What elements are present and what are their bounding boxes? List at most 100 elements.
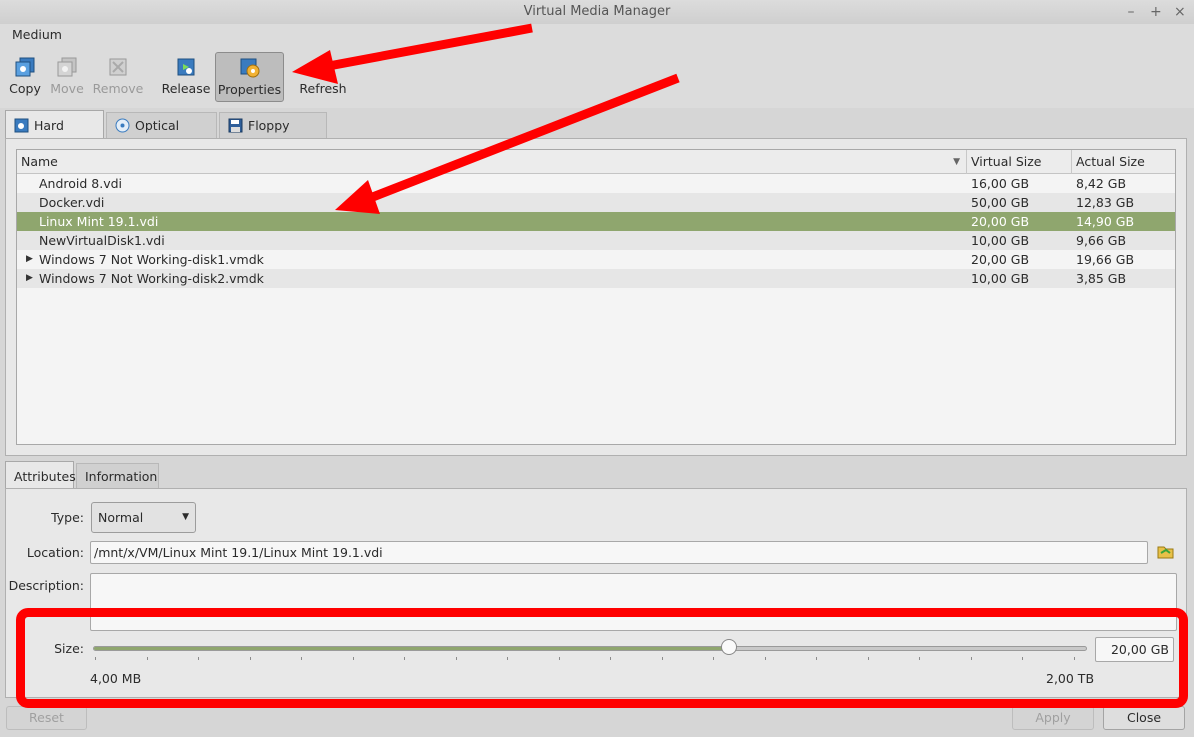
toolbar: Copy Move Remove Release Properties Refr… [0, 46, 1194, 108]
close-window-icon[interactable]: × [1174, 0, 1186, 24]
close-button[interactable]: Close [1103, 706, 1185, 730]
cell-name: Docker.vdi [39, 195, 105, 210]
remove-button[interactable]: Remove [92, 52, 144, 102]
cell-actual: 12,83 GB [1076, 195, 1135, 210]
maximize-icon[interactable]: + [1150, 0, 1162, 24]
slider-tick [146, 657, 148, 660]
attributes-panel: Type: Normal ▼ Location: /mnt/x/VM/Linux … [5, 488, 1187, 698]
size-label: Size: [54, 641, 84, 656]
title-bar: Virtual Media Manager – + × [0, 0, 1194, 24]
menu-medium[interactable]: Medium [12, 27, 62, 42]
description-field[interactable] [90, 573, 1177, 631]
size-slider-handle[interactable] [721, 639, 738, 655]
slider-tick [352, 657, 354, 660]
media-tree[interactable]: Name ▼ Virtual Size Actual Size Android 8… [16, 149, 1176, 445]
tree-header: Name ▼ Virtual Size Actual Size [17, 150, 1175, 174]
slider-tick [610, 657, 611, 660]
properties-button[interactable]: Properties [215, 52, 284, 102]
expand-arrow-icon[interactable]: ▶ [26, 250, 33, 269]
optical-disk-icon [115, 118, 130, 133]
detail-tabs: Attributes Information [5, 461, 205, 489]
tab-hard-disks[interactable]: Hard disks [5, 110, 104, 163]
hard-disk-icon [14, 118, 29, 133]
window-controls: – + × [1126, 0, 1186, 24]
menu-bar: Medium [0, 24, 1194, 46]
slider-tick [661, 657, 663, 660]
open-folder-icon[interactable] [1157, 544, 1175, 560]
cell-name: Windows 7 Not Working-disk2.vmdk [39, 271, 264, 286]
cell-name: Android 8.vdi [39, 176, 123, 191]
type-select[interactable]: Normal ▼ [91, 502, 196, 533]
cell-name: Linux Mint 19.1.vdi [39, 214, 159, 229]
cell-virtual: 10,00 GB [971, 271, 1030, 286]
column-virtual-size[interactable]: Virtual Size [967, 150, 1072, 174]
slider-tick [1022, 657, 1023, 660]
slider-tick [301, 657, 302, 660]
reset-button[interactable]: Reset [6, 706, 87, 730]
window-title: Virtual Media Manager [523, 4, 671, 19]
table-row[interactable]: Android 8.vdi 16,00 GB 8,42 GB [17, 174, 1175, 193]
apply-button[interactable]: Apply [1012, 706, 1094, 730]
size-slider-track[interactable] [93, 646, 1087, 651]
table-row[interactable]: NewVirtualDisk1.vdi 10,00 GB 9,66 GB [17, 231, 1175, 250]
cell-name: NewVirtualDisk1.vdi [39, 233, 165, 248]
size-min-label: 4,00 MB [90, 671, 142, 686]
slider-tick [867, 657, 869, 660]
refresh-icon [314, 58, 332, 76]
slider-tick [404, 657, 405, 660]
media-type-tabs: Hard disks Optical disks Floppy disks [5, 110, 405, 163]
table-row[interactable]: ▶ Windows 7 Not Working-disk1.vmdk 20,00 G… [17, 250, 1175, 269]
release-button[interactable]: Release [160, 52, 212, 102]
slider-tick [455, 657, 457, 660]
tab-floppy-disks[interactable]: Floppy disks [219, 112, 327, 159]
cell-virtual: 10,00 GB [971, 233, 1030, 248]
slider-tick [919, 657, 920, 660]
table-row[interactable]: Docker.vdi 50,00 GB 12,83 GB [17, 193, 1175, 212]
sort-descending-icon: ▼ [953, 157, 960, 167]
column-actual-size[interactable]: Actual Size [1072, 150, 1175, 174]
cell-actual: 9,66 GB [1076, 233, 1127, 248]
type-label: Type: [51, 510, 84, 525]
move-button[interactable]: Move [48, 52, 86, 102]
slider-tick [1073, 657, 1075, 660]
move-disk-icon [57, 57, 77, 77]
table-row[interactable]: Linux Mint 19.1.vdi 20,00 GB 14,90 GB [17, 212, 1175, 231]
refresh-button[interactable]: Refresh [297, 52, 349, 102]
cell-virtual: 16,00 GB [971, 176, 1030, 191]
tab-optical-disks[interactable]: Optical disks [106, 112, 217, 159]
chevron-down-icon: ▼ [182, 512, 189, 522]
slider-tick [507, 657, 508, 660]
dialog-button-bar: Reset Apply Close [0, 700, 1194, 737]
cell-actual: 19,66 GB [1076, 252, 1135, 267]
cell-virtual: 20,00 GB [971, 214, 1030, 229]
slider-tick [713, 657, 714, 660]
location-label: Location: [26, 545, 84, 560]
cell-name: Windows 7 Not Working-disk1.vmdk [39, 252, 264, 267]
cell-actual: 14,90 GB [1076, 214, 1135, 229]
cell-actual: 3,85 GB [1076, 271, 1127, 286]
release-disk-icon [177, 58, 195, 76]
slider-tick [249, 657, 251, 660]
description-label: Description: [8, 578, 84, 593]
column-name[interactable]: Name ▼ [17, 150, 967, 174]
copy-button[interactable]: Copy [6, 52, 44, 102]
table-row[interactable]: ▶ Windows 7 Not Working-disk2.vmdk 10,00 G… [17, 269, 1175, 288]
properties-gear-icon [240, 58, 259, 78]
minimize-icon[interactable]: – [1126, 0, 1136, 24]
tab-information[interactable]: Information [76, 463, 159, 489]
cell-actual: 8,42 GB [1076, 176, 1127, 191]
slider-tick [816, 657, 817, 660]
size-input[interactable]: 20,00 GB [1095, 637, 1174, 662]
expand-arrow-icon[interactable]: ▶ [26, 269, 33, 288]
size-max-label: 2,00 TB [1046, 671, 1095, 686]
media-panel: Name ▼ Virtual Size Actual Size Android 8… [5, 138, 1187, 456]
cell-virtual: 20,00 GB [971, 252, 1030, 267]
location-field[interactable]: /mnt/x/VM/Linux Mint 19.1/Linux Mint 19.… [90, 541, 1148, 564]
slider-tick [764, 657, 766, 660]
tab-attributes[interactable]: Attributes [5, 461, 76, 489]
size-slider-fill [94, 647, 731, 650]
copy-disk-icon [15, 57, 35, 77]
cell-virtual: 50,00 GB [971, 195, 1030, 210]
remove-disk-icon [109, 58, 127, 76]
slider-tick [558, 657, 560, 660]
